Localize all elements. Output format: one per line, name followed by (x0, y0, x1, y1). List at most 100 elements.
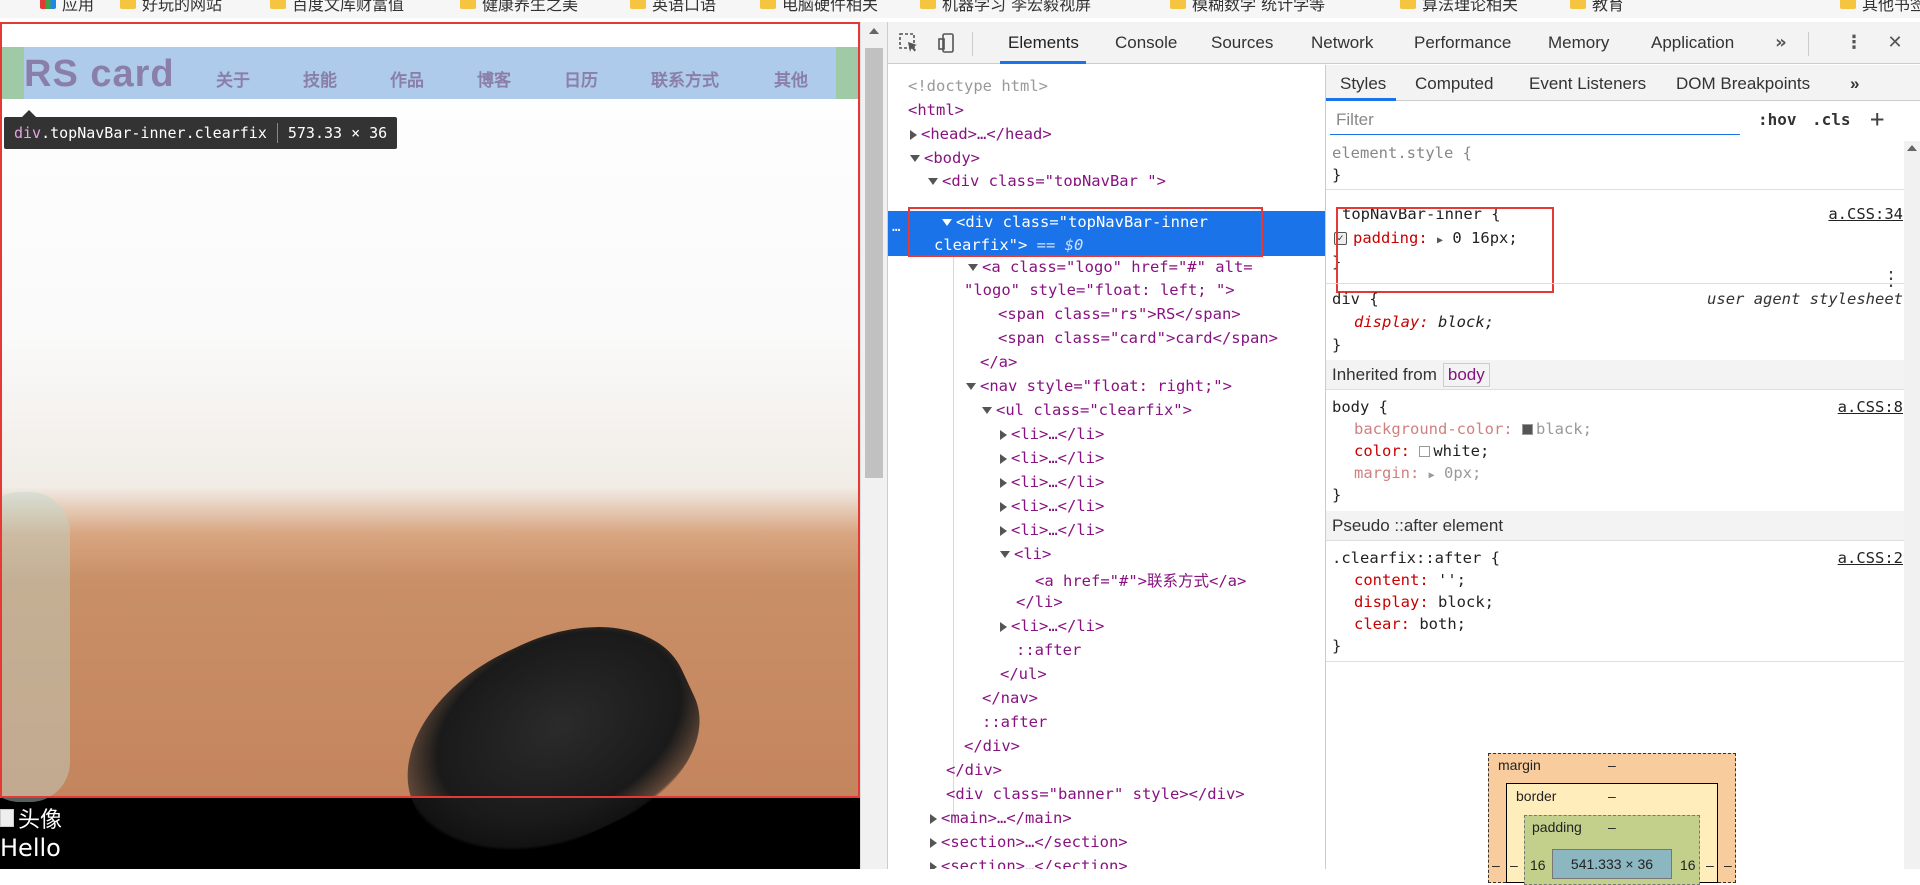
nav-link-contact[interactable]: 联系方式 (651, 66, 719, 91)
double-chevron-right-icon[interactable]: » (1770, 32, 1792, 54)
bookmark-item[interactable]: 百度文库财富值 (270, 0, 404, 15)
dom-topnavbar[interactable]: <div class="topNavBar "> (928, 172, 1166, 186)
site-logo[interactable]: RS card (24, 53, 175, 96)
nav-link-skills[interactable]: 技能 (303, 66, 337, 91)
box-model-content[interactable]: 541.333 × 36 (1552, 849, 1672, 879)
cls-toggle[interactable]: .cls (1812, 110, 1851, 129)
tab-sources[interactable]: Sources (1211, 33, 1273, 53)
styles-filter-input[interactable]: Filter (1330, 105, 1740, 135)
inherited-body-chip[interactable]: body (1442, 363, 1490, 387)
nav-link-other[interactable]: 其他 (774, 66, 808, 91)
dom-nav[interactable]: <nav style="float: right;"> (966, 377, 1232, 395)
collapse-arrow-icon[interactable] (966, 383, 976, 390)
dom-ul[interactable]: <ul class="clearfix"> (982, 401, 1192, 419)
dom-span-card[interactable]: <span class="card">card</span> (998, 329, 1278, 347)
bookmark-item[interactable]: 机器学习 李宏毅视屏 (920, 0, 1091, 15)
double-chevron-right-icon[interactable]: » (1850, 74, 1859, 94)
bookmark-item[interactable]: 应用 (40, 0, 94, 15)
bookmark-item[interactable]: 电脑硬件相关 (760, 0, 878, 15)
nav-link-calendar[interactable]: 日历 (564, 66, 598, 91)
dom-banner[interactable]: <div class="banner" style></div> (946, 785, 1245, 803)
page-scrollbar[interactable] (860, 22, 887, 869)
expand-arrow-icon[interactable]: ▶ (1429, 470, 1435, 481)
rule2-selector[interactable]: div { (1332, 290, 1379, 308)
scrollbar-thumb[interactable] (865, 48, 883, 478)
dom-div-close[interactable]: </div> (964, 737, 1020, 755)
expand-arrow-icon[interactable] (930, 813, 937, 824)
tab-application[interactable]: Application (1651, 33, 1734, 53)
kebab-menu-icon[interactable]: ⋮ (1881, 268, 1901, 288)
dom-li[interactable]: <li>…</li> (1000, 617, 1104, 635)
nav-link-blog[interactable]: 博客 (477, 66, 511, 91)
body-source-link[interactable]: a.CSS:8 (1838, 398, 1903, 416)
dom-doctype[interactable]: <!doctype html> (908, 77, 1048, 95)
dom-li[interactable]: <li>…</li> (1000, 497, 1104, 515)
expand-arrow-icon[interactable] (1000, 621, 1007, 632)
bookmark-item[interactable]: 模糊数学 统计学等 (1170, 0, 1325, 15)
close-icon[interactable]: ✕ (1884, 32, 1906, 54)
scroll-up-arrow-icon[interactable] (1907, 145, 1917, 151)
expand-arrow-icon[interactable] (1000, 429, 1007, 440)
dom-html[interactable]: <html> (908, 101, 964, 119)
tab-styles[interactable]: Styles (1340, 74, 1386, 94)
expand-arrow-icon[interactable] (910, 129, 917, 140)
device-toolbar-icon[interactable] (936, 32, 958, 54)
kebab-menu-icon[interactable]: ⋮ (1843, 32, 1865, 54)
dom-section[interactable]: <section>…</section> (930, 857, 1128, 869)
color-swatch[interactable] (1521, 424, 1533, 435)
styles-scrollbar[interactable] (1904, 141, 1920, 869)
after-source-link[interactable]: a.CSS:2 (1838, 549, 1903, 567)
expand-arrow-icon[interactable] (930, 837, 937, 848)
collapse-arrow-icon[interactable] (968, 264, 978, 271)
dom-head[interactable]: <head>…</head> (910, 125, 1052, 143)
dom-a-contact[interactable]: <a href="#">联系方式</a> (1035, 569, 1246, 591)
dom-body[interactable]: <body> (910, 149, 980, 167)
add-rule-icon[interactable]: + (1870, 105, 1884, 133)
bookmark-item[interactable]: 好玩的网站 (120, 0, 222, 15)
color-swatch[interactable] (1419, 446, 1431, 457)
dom-a-close[interactable]: </a> (980, 353, 1017, 371)
tab-computed[interactable]: Computed (1415, 74, 1493, 94)
expand-arrow-icon[interactable] (930, 861, 937, 869)
collapse-arrow-icon[interactable] (982, 407, 992, 414)
nav-link-works[interactable]: 作品 (390, 66, 424, 91)
body-selector[interactable]: body { (1332, 398, 1388, 416)
tab-dom-breakpoints[interactable]: DOM Breakpoints (1676, 74, 1810, 94)
dom-section[interactable]: <section>…</section> (930, 833, 1128, 851)
expand-arrow-icon[interactable] (1000, 453, 1007, 464)
dom-nav-close[interactable]: </nav> (982, 689, 1038, 707)
bookmark-item[interactable]: 英语口语 (630, 0, 716, 15)
inspect-element-icon[interactable] (898, 32, 920, 54)
dom-span-rs[interactable]: <span class="rs">RS</span> (998, 305, 1241, 323)
tab-console[interactable]: Console (1115, 33, 1177, 53)
dom-pseudo-after[interactable]: ::after (982, 713, 1047, 731)
expand-arrow-icon[interactable] (1000, 501, 1007, 512)
element-style-selector[interactable]: element.style { (1332, 144, 1472, 162)
rule1-source-link[interactable]: a.CSS:34 (1828, 205, 1903, 223)
dom-a-logo[interactable]: <a class="logo" href="#" alt= (968, 258, 1253, 276)
ellipsis-icon[interactable]: … (892, 219, 900, 235)
tab-network[interactable]: Network (1311, 33, 1373, 53)
collapse-arrow-icon[interactable] (1000, 551, 1010, 558)
dom-li[interactable]: <li>…</li> (1000, 425, 1104, 443)
collapse-arrow-icon[interactable] (910, 155, 920, 162)
dom-li-open[interactable]: <li> (1000, 545, 1051, 563)
dom-a-logo-line2[interactable]: "logo" style="float: left; "> (964, 281, 1235, 299)
dom-pseudo-after[interactable]: ::after (1016, 641, 1081, 659)
scroll-up-arrow-icon[interactable] (869, 28, 879, 34)
bookmark-item[interactable]: 教育 (1570, 0, 1624, 15)
dom-div-close[interactable]: </div> (946, 761, 1002, 779)
bookmark-item[interactable]: 健康养生之美 (460, 0, 578, 15)
dom-li-close[interactable]: </li> (1016, 593, 1063, 611)
expand-arrow-icon[interactable] (1000, 525, 1007, 536)
dom-li[interactable]: <li>…</li> (1000, 449, 1104, 467)
hov-toggle[interactable]: :hov (1758, 110, 1797, 129)
dom-ul-close[interactable]: </ul> (1000, 665, 1047, 683)
collapse-arrow-icon[interactable] (928, 178, 938, 185)
after-selector[interactable]: .clearfix::after { (1332, 549, 1500, 567)
expand-arrow-icon[interactable] (1000, 477, 1007, 488)
dom-main[interactable]: <main>…</main> (930, 809, 1072, 827)
tab-performance[interactable]: Performance (1414, 33, 1511, 53)
dom-li[interactable]: <li>…</li> (1000, 521, 1104, 539)
tab-memory[interactable]: Memory (1548, 33, 1609, 53)
